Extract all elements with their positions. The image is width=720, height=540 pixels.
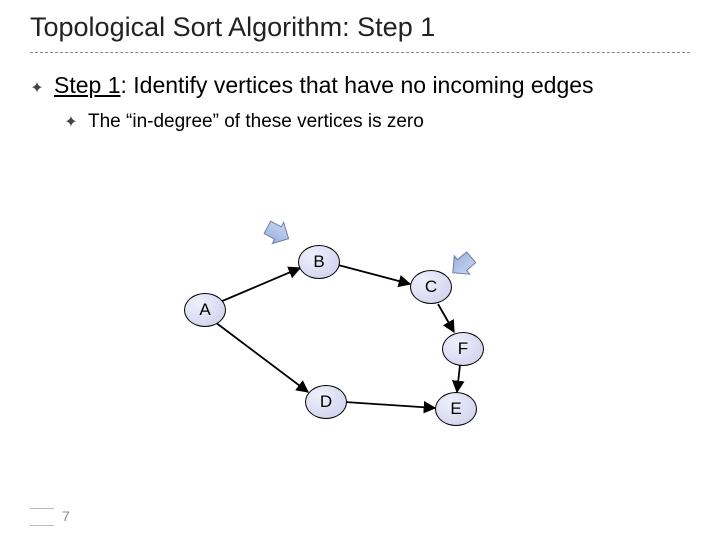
title-separator xyxy=(30,52,690,53)
step-label: Step 1 xyxy=(54,72,121,98)
graph-node-c: C xyxy=(410,270,452,304)
edge-a-b xyxy=(220,268,300,302)
bullet-glyph-icon: ✦ xyxy=(64,112,78,132)
edge-a-d xyxy=(215,322,308,392)
step-desc: : Identify vertices that have no incomin… xyxy=(121,72,594,98)
graph-node-a: A xyxy=(184,293,226,327)
graph-diagram: A B C D E F xyxy=(160,210,520,450)
bullet-l1-text: Step 1: Identify vertices that have no i… xyxy=(54,72,594,99)
slide-title: Topological Sort Algorithm: Step 1 xyxy=(30,12,435,43)
bullet-l2-text: The “in-degree” of these vertices is zer… xyxy=(88,111,424,133)
edge-c-f xyxy=(438,304,454,332)
pointer-arrow-to-b xyxy=(262,217,294,249)
graph-node-d: D xyxy=(305,385,347,419)
pointer-arrow-to-c xyxy=(445,248,479,282)
graph-node-b: B xyxy=(298,245,340,279)
edge-d-e xyxy=(345,402,435,408)
bullet-level-1: ✦ Step 1: Identify vertices that have no… xyxy=(30,72,690,133)
graph-node-f: F xyxy=(442,332,484,366)
edge-b-c xyxy=(338,265,410,284)
bullet-glyph-icon: ✦ xyxy=(30,78,44,98)
edge-f-e xyxy=(457,365,460,392)
page-number: 7 xyxy=(62,508,70,524)
page-decoration-icon xyxy=(30,508,54,526)
graph-node-e: E xyxy=(435,392,477,426)
